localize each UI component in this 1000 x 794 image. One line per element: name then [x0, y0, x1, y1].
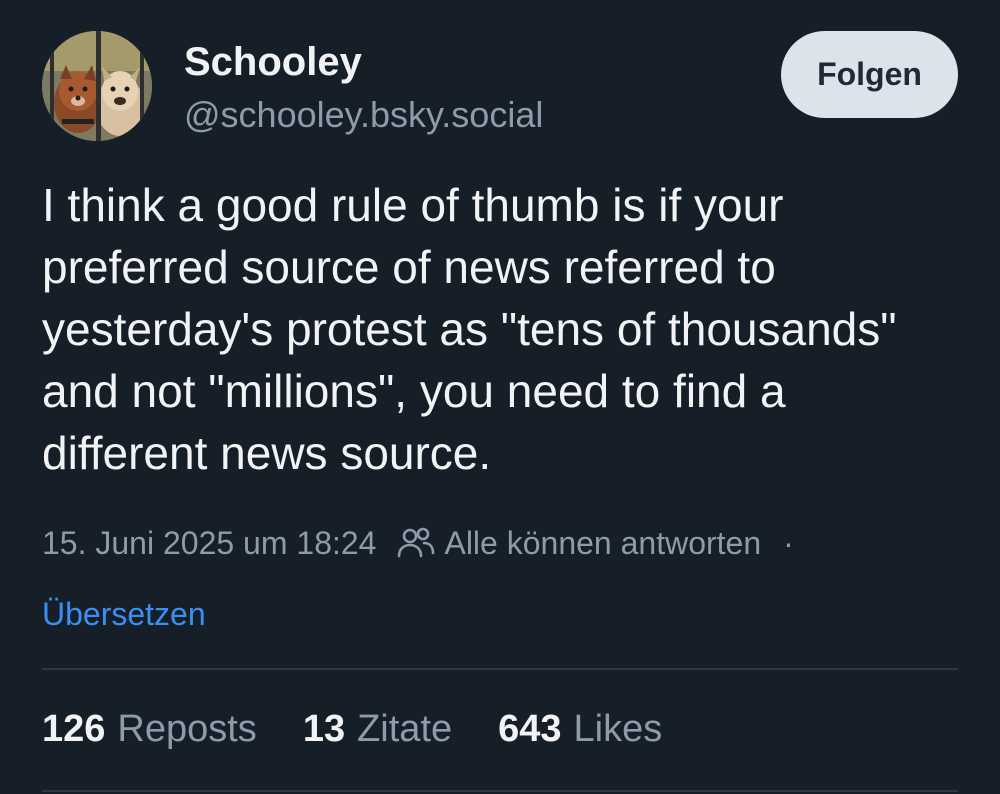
likes-stat[interactable]: 643 Likes [498, 708, 662, 751]
meta-separator: · [783, 524, 794, 561]
likes-label: Likes [573, 708, 663, 750]
author-handle[interactable]: @schooley.bsky.social [184, 92, 543, 138]
author-avatar[interactable] [42, 31, 152, 141]
post-text: I think a good rule of thumb is if your … [42, 179, 897, 479]
people-icon [396, 523, 436, 563]
likes-count: 643 [498, 708, 562, 750]
divider-bottom [42, 790, 958, 792]
post-meta: 15. Juni 2025 um 18:24 Alle können antwo… [42, 520, 794, 566]
translate-link[interactable]: Übersetzen [42, 592, 206, 636]
author-display-name[interactable]: Schooley [184, 38, 362, 86]
reposts-count: 126 [42, 708, 106, 750]
post-thread-view: Schooley @schooley.bsky.social Folgen I … [0, 0, 1000, 794]
reposts-stat[interactable]: 126 Reposts [42, 708, 257, 751]
reply-setting[interactable]: Alle können antworten [444, 525, 761, 562]
quotes-label: Zitate [357, 708, 453, 750]
reposts-label: Reposts [117, 708, 257, 750]
quotes-count: 13 [302, 708, 346, 750]
dogs-behind-fence-avatar [42, 31, 152, 141]
follow-button[interactable]: Folgen [781, 31, 958, 118]
divider [42, 668, 958, 670]
post-timestamp: 15. Juni 2025 um 18:24 [42, 524, 377, 561]
quotes-stat[interactable]: 13 Zitate [303, 708, 452, 751]
post-stats: 126 Reposts 13 Zitate 643 Likes [42, 708, 708, 751]
